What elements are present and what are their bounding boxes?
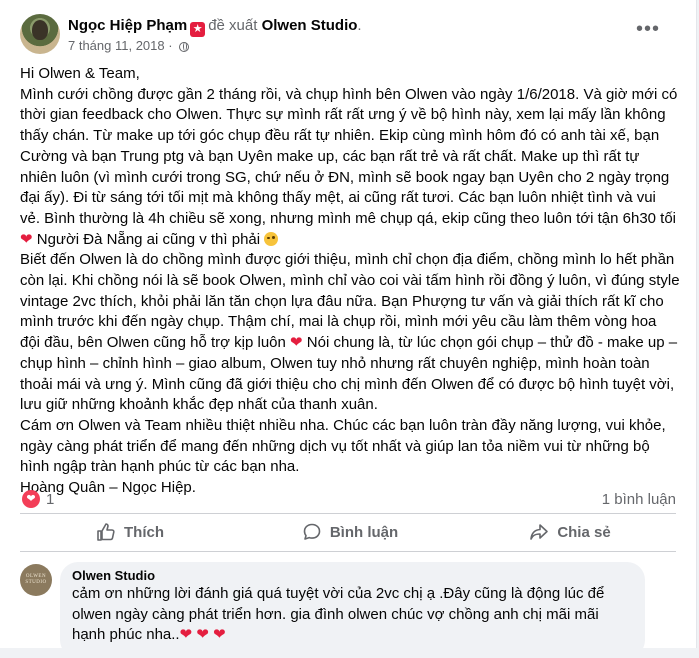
post-paragraph: Mình cưới chồng được gần 2 tháng rồi, và… <box>20 85 680 251</box>
reaction-stats: ❤ 1 1 bình luận <box>20 488 676 512</box>
globe-icon <box>179 42 190 52</box>
heart-emoji-icon: ❤ <box>20 230 33 248</box>
page-name[interactable]: Olwen Studio <box>262 17 358 34</box>
date-separator: · <box>168 38 173 53</box>
post-line: Mình cưới chồng được gần 2 tháng rồi, và… <box>20 85 678 227</box>
share-button[interactable]: Chia sẻ <box>460 514 680 550</box>
divider <box>20 551 676 552</box>
comment-text: cảm ơn những lời đánh giá quá tuyệt vời … <box>72 585 605 644</box>
comments-count[interactable]: 1 bình luận <box>602 490 676 510</box>
comment-button[interactable]: Bình luận <box>240 514 460 550</box>
reactions-count[interactable]: 1 <box>46 490 54 510</box>
post-card: Ngọc Hiệp Phạm ★ đề xuất Olwen Studio. 7 t… <box>0 0 697 658</box>
action-bar: Thích Bình luận Chia sẻ <box>20 514 676 550</box>
like-label: Thích <box>124 523 164 541</box>
recommend-icon: ★ <box>190 22 206 37</box>
love-reaction-icon[interactable]: ❤ <box>22 490 40 508</box>
share-label: Chia sẻ <box>557 523 611 541</box>
commenter-avatar[interactable]: OLWEN STUDIO <box>20 564 52 596</box>
comment-text-block: cảm ơn những lời đánh giá quá tuyệt vời … <box>72 584 633 646</box>
author-name[interactable]: Ngọc Hiệp Phạm <box>68 17 187 34</box>
comment-bubble: Olwen Studio cảm ơn những lời đánh giá q… <box>60 562 645 658</box>
like-button[interactable]: Thích <box>20 514 240 550</box>
post-line: Cám ơn Olwen và Team nhiều thiệt nhiều n… <box>20 416 666 476</box>
more-icon[interactable]: ••• <box>636 19 660 42</box>
post-line: Người Đà Nẵng ai cũng v thì phải <box>36 230 261 248</box>
author-line: Ngọc Hiệp Phạm ★ đề xuất Olwen Studio. <box>68 16 362 37</box>
like-icon <box>97 523 115 541</box>
commenter-name[interactable]: Olwen Studio <box>72 568 633 584</box>
post-text: Hi Olwen & Team, Mình cưới chồng được gầ… <box>20 64 680 499</box>
comment-icon <box>303 523 321 540</box>
recommend-text: đề xuất <box>208 17 258 34</box>
comment-label: Bình luận <box>329 523 399 541</box>
page-suffix: . <box>357 17 362 34</box>
heart-emoji-icon: ❤ ❤ ❤ <box>179 626 226 644</box>
share-icon <box>530 524 549 540</box>
post-header: Ngọc Hiệp Phạm ★ đề xuất Olwen Studio. 7 t… <box>20 14 680 58</box>
author-avatar[interactable] <box>20 14 60 54</box>
post-date[interactable]: 7 tháng 11, 2018 <box>68 38 165 53</box>
post-meta: 7 tháng 11, 2018 · <box>68 38 190 54</box>
heart-emoji-icon: ❤ <box>290 334 303 352</box>
post-line: Hi Olwen & Team, <box>20 65 140 82</box>
post-paragraph: Biết đến Olwen là do chồng mình được giớ… <box>20 250 680 416</box>
wink-emoji-icon <box>264 231 279 246</box>
